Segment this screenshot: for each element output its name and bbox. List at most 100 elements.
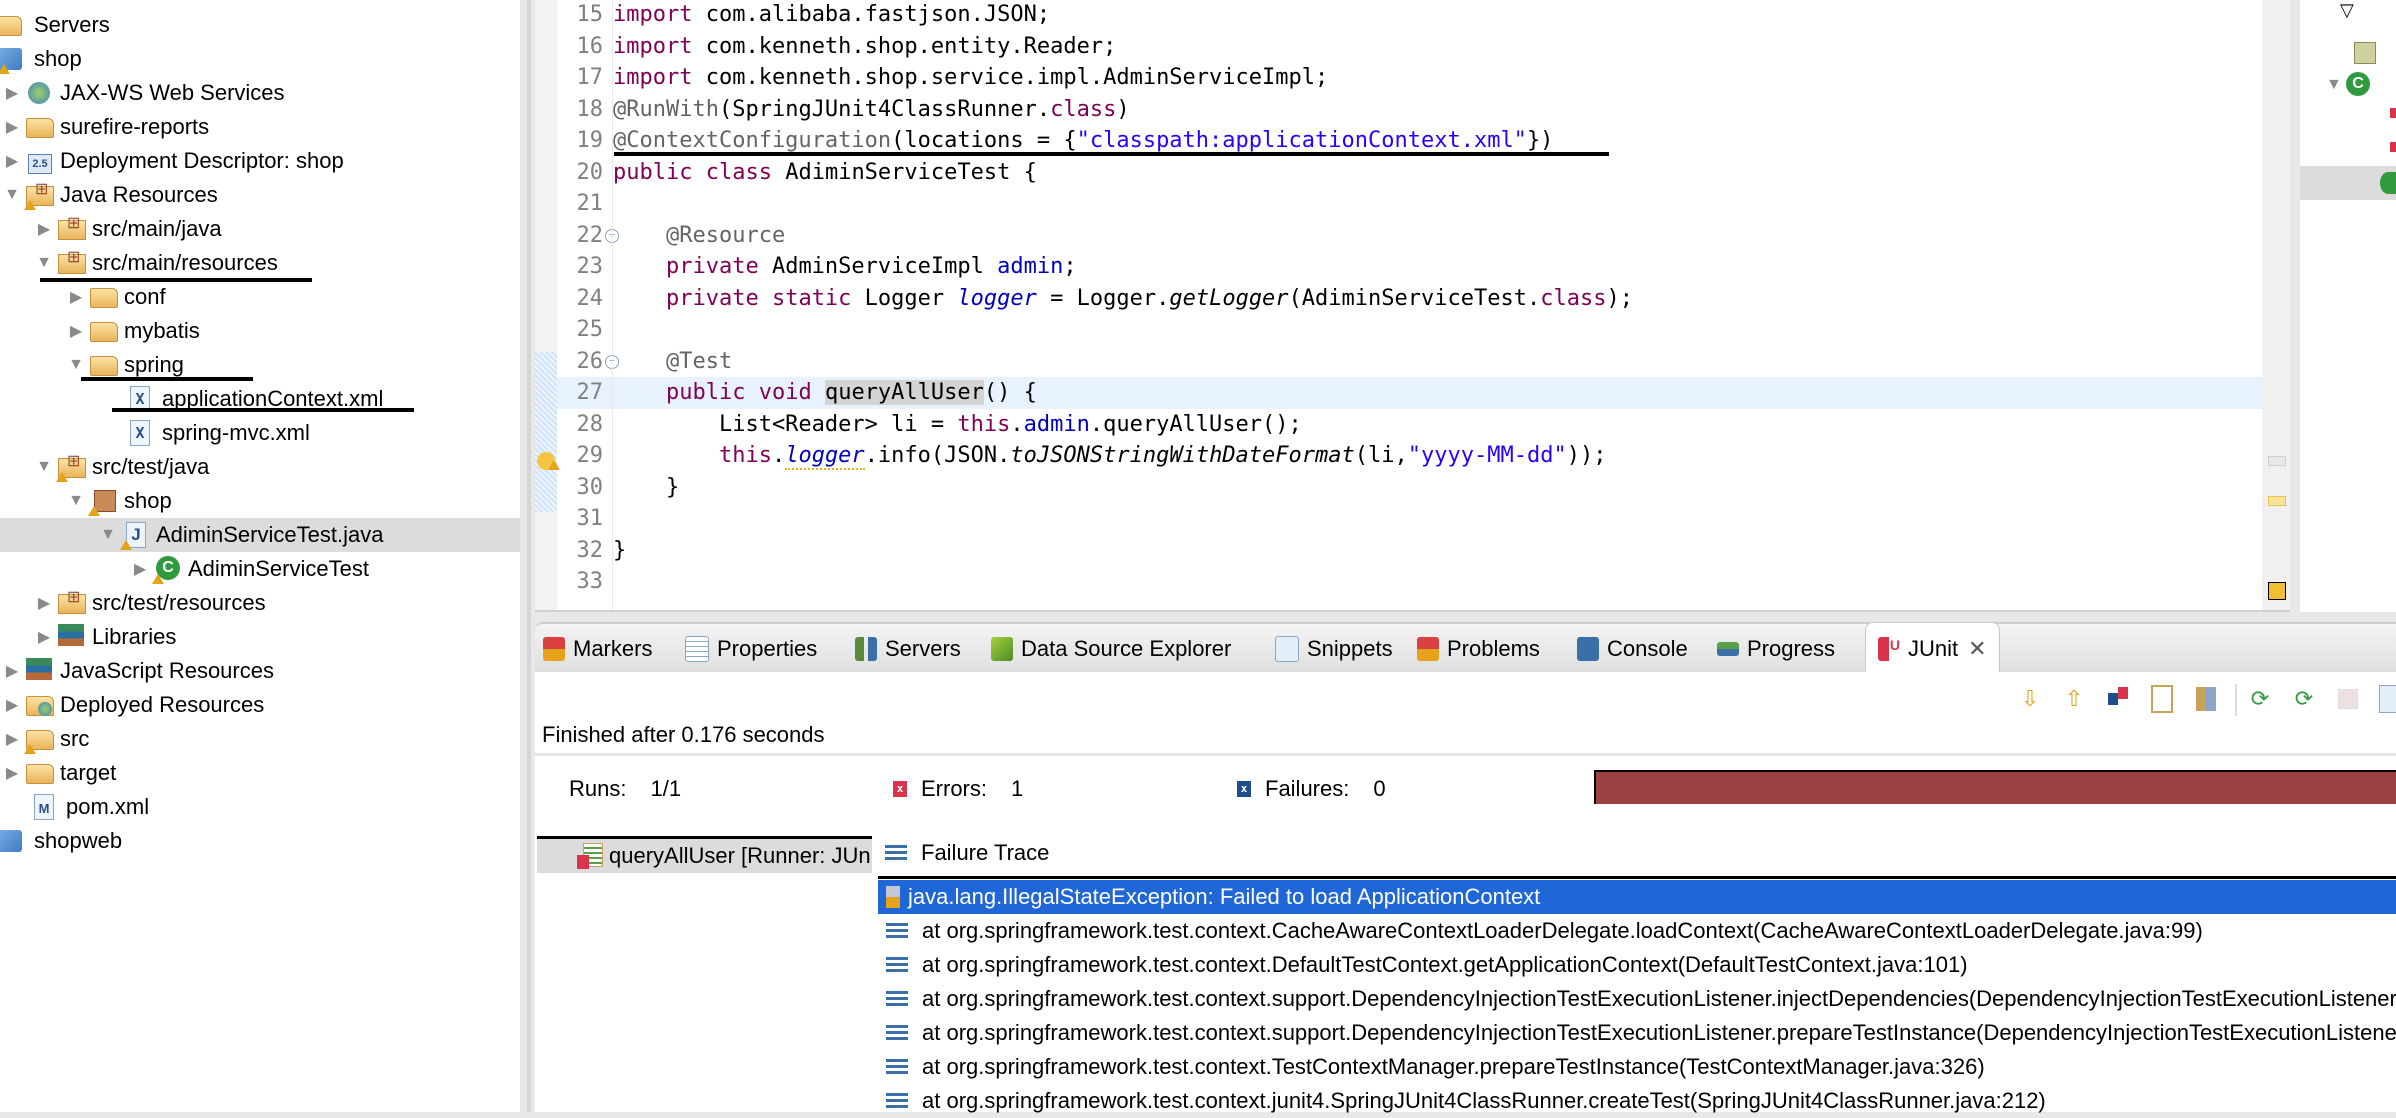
warning-status-icon[interactable] <box>2268 582 2286 600</box>
trace-row[interactable]: java.lang.IllegalStateException: Failed … <box>878 880 2396 914</box>
previous-failure-icon[interactable]: ⇧ <box>2061 684 2087 714</box>
tab-junit[interactable]: U JUnit ✕ <box>1865 622 2000 675</box>
expand-arrow-icon[interactable]: ▶ <box>36 627 52 647</box>
view-menu-icon[interactable]: ▽ <box>2340 0 2354 21</box>
rerun-failed-first-icon[interactable]: ⟳ <box>2291 684 2317 714</box>
tree-item-conf[interactable]: ▶ conf <box>0 280 520 314</box>
overview-mark[interactable] <box>2268 456 2286 466</box>
rerun-test-icon[interactable]: ⟳ <box>2247 684 2273 714</box>
outline-item-field[interactable] <box>2300 100 2396 130</box>
expand-arrow-icon[interactable]: ▶ <box>68 287 84 307</box>
code-line[interactable]: 28 List<Reader> li = this.admin.queryAll… <box>535 409 2290 441</box>
code-line[interactable]: 25 <box>535 314 2290 346</box>
code-line[interactable]: 18 @RunWith(SpringJUnit4ClassRunner.class… <box>535 94 2290 126</box>
code-line[interactable]: 31 <box>535 503 2290 535</box>
tree-item-shop-project[interactable]: shop <box>0 42 520 76</box>
code-line[interactable]: 16 import com.kenneth.shop.entity.Reader; <box>535 31 2290 63</box>
tab-console[interactable]: Console <box>1577 624 1688 674</box>
code-line[interactable]: 15 import com.alibaba.fastjson.JSON; <box>535 0 2290 31</box>
collapse-arrow-icon[interactable]: ▼ <box>36 253 52 273</box>
trace-row[interactable]: at org.springframework.test.context.supp… <box>878 982 2396 1016</box>
tree-item-surefire-reports[interactable]: ▶ surefire-reports <box>0 110 520 144</box>
expand-arrow-icon[interactable]: ▶ <box>36 219 52 239</box>
code-line[interactable]: 33 <box>535 566 2290 598</box>
trace-row[interactable]: at org.springframework.test.context.Cach… <box>878 914 2396 948</box>
trace-row[interactable]: at org.springframework.test.context.supp… <box>878 1016 2396 1050</box>
tab-progress[interactable]: Progress <box>1717 624 1835 674</box>
code-line[interactable]: 22− @Resource <box>535 220 2290 252</box>
tab-data-source-explorer[interactable]: Data Source Explorer <box>991 624 1231 674</box>
code-line[interactable]: 30 } <box>535 472 2290 504</box>
overview-warning-mark[interactable] <box>2268 496 2286 506</box>
tree-item-mybatis[interactable]: ▶ mybatis <box>0 314 520 348</box>
expand-arrow-icon[interactable]: ▶ <box>4 83 20 103</box>
outline-item-method[interactable] <box>2300 166 2396 200</box>
test-run-history-icon[interactable] <box>2375 684 2396 714</box>
tree-item-src-main-resources[interactable]: ▼ src/main/resources <box>0 246 520 280</box>
skipped-tests-icon[interactable] <box>2149 684 2175 714</box>
code-line[interactable]: 20 public class AdiminServiceTest { <box>535 157 2290 189</box>
tree-item-target[interactable]: ▶ target <box>0 756 520 790</box>
tree-item-javascript-resources[interactable]: ▶ JavaScript Resources <box>0 654 520 688</box>
tab-servers[interactable]: Servers <box>855 624 961 674</box>
outline-item-class[interactable]: ▼ C <box>2300 70 2396 100</box>
test-tree-item[interactable]: queryAllUser [Runner: JUnit 4] <box>537 836 872 873</box>
code-line[interactable]: 21 <box>535 188 2290 220</box>
tree-item-jaxws[interactable]: ▶ JAX-WS Web Services <box>0 76 520 110</box>
tab-snippets[interactable]: Snippets <box>1275 624 1393 674</box>
overview-ruler[interactable] <box>2262 0 2290 610</box>
expand-arrow-icon[interactable]: ▶ <box>4 763 20 783</box>
splitter[interactable] <box>2290 0 2300 615</box>
tree-item-deployment-descriptor[interactable]: ▶ 2.5 Deployment Descriptor: shop <box>0 144 520 178</box>
tree-item-src[interactable]: ▶ src <box>0 722 520 756</box>
tree-item-shopweb[interactable]: shopweb <box>0 824 520 858</box>
collapse-arrow-icon[interactable]: ▼ <box>4 185 20 205</box>
tree-item-adiminservicetest-java[interactable]: ▼ J AdiminServiceTest.java <box>0 518 520 552</box>
tree-item-shop-package[interactable]: ▼ shop <box>0 484 520 518</box>
code-line[interactable]: 17 import com.kenneth.shop.service.impl.A… <box>535 62 2290 94</box>
code-line[interactable]: 24 private static Logger logger = Logger… <box>535 283 2290 315</box>
expand-arrow-icon[interactable]: ▶ <box>4 117 20 137</box>
code-line[interactable]: 23 private AdminServiceImpl admin; <box>535 251 2290 283</box>
expand-arrow-icon[interactable]: ▶ <box>36 593 52 613</box>
tree-item-src-test-resources[interactable]: ▶ src/test/resources <box>0 586 520 620</box>
tree-item-src-test-java[interactable]: ▼ src/test/java <box>0 450 520 484</box>
expand-arrow-icon[interactable]: ▶ <box>132 559 148 579</box>
tree-item-servers[interactable]: Servers <box>0 8 520 42</box>
scroll-lock-icon[interactable] <box>2193 684 2219 714</box>
close-icon[interactable]: ✕ <box>1968 636 1986 662</box>
tab-problems[interactable]: Problems <box>1417 624 1540 674</box>
collapse-arrow-icon[interactable]: ▼ <box>68 491 84 511</box>
tab-properties[interactable]: Properties <box>685 624 817 674</box>
tree-item-pom-xml[interactable]: M pom.xml <box>0 790 520 824</box>
code-line[interactable]: 29 this.logger.info(JSON.toJSONStringWit… <box>535 440 2290 472</box>
next-failure-icon[interactable]: ⇩ <box>2017 684 2043 714</box>
trace-row[interactable]: at org.springframework.test.context.Defa… <box>878 948 2396 982</box>
collapse-arrow-icon[interactable]: ▼ <box>2326 76 2342 94</box>
collapse-arrow-icon[interactable]: ▼ <box>68 355 84 375</box>
outline-item-imports[interactable] <box>2300 38 2396 68</box>
tree-item-libraries[interactable]: ▶ Libraries <box>0 620 520 654</box>
expand-arrow-icon[interactable]: ▶ <box>4 151 20 171</box>
expand-arrow-icon[interactable]: ▶ <box>4 695 20 715</box>
tree-item-src-main-java[interactable]: ▶ src/main/java <box>0 212 520 246</box>
outline-item-field[interactable] <box>2300 134 2396 164</box>
expand-arrow-icon[interactable]: ▶ <box>68 321 84 341</box>
tree-item-spring-mvc-xml[interactable]: X spring-mvc.xml <box>0 416 520 450</box>
stop-icon[interactable] <box>2335 684 2361 714</box>
tab-markers[interactable]: Markers <box>543 624 652 674</box>
expand-arrow-icon[interactable]: ▶ <box>4 661 20 681</box>
java-editor[interactable]: 15 import com.alibaba.fastjson.JSON; 16 imp… <box>535 0 2290 612</box>
code-line[interactable]: 27 public void queryAllUser() { <box>535 377 2290 409</box>
code-line[interactable]: 32} <box>535 535 2290 567</box>
tree-item-spring[interactable]: ▼ spring <box>0 348 520 382</box>
trace-row[interactable]: at org.springframework.test.context.Test… <box>878 1050 2396 1084</box>
tree-item-java-resources[interactable]: ▼ Java Resources <box>0 178 520 212</box>
tree-item-adiminservicetest-class[interactable]: ▶ C AdiminServiceTest <box>0 552 520 586</box>
tree-item-deployed-resources[interactable]: ▶ Deployed Resources <box>0 688 520 722</box>
collapse-arrow-icon[interactable]: ▼ <box>36 457 52 477</box>
collapse-arrow-icon[interactable]: ▼ <box>100 525 116 545</box>
expand-arrow-icon[interactable]: ▶ <box>4 729 20 749</box>
trace-row[interactable]: at org.springframework.test.context.juni… <box>878 1084 2396 1118</box>
code-line[interactable]: 26− @Test <box>535 346 2290 378</box>
